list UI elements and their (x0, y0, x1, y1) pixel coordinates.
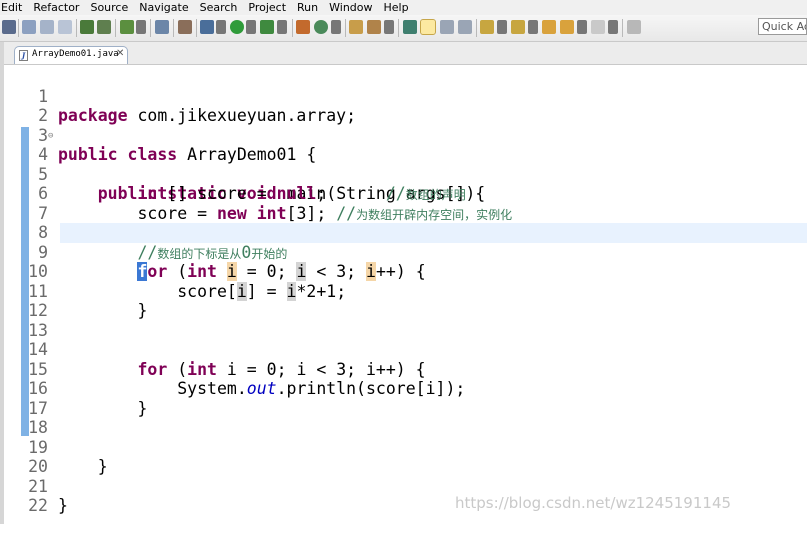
toolbar-separator (345, 19, 346, 37)
pin-icon[interactable] (627, 20, 641, 34)
code-line: 5 int[] score = null; //数组的声明 (4, 145, 807, 204)
prev-annotation-icon[interactable] (511, 20, 525, 34)
save-icon[interactable] (22, 20, 36, 34)
menu-project[interactable]: Project (242, 0, 291, 15)
toolbar-separator (476, 19, 477, 37)
watermark: https://blog.csdn.net/wz1245191145 (455, 494, 732, 512)
back-arrow-icon[interactable] (560, 20, 574, 34)
code-line: 4 ⊖ public static void main(String args[… (4, 126, 807, 204)
code-line: 21 } (4, 457, 807, 516)
run-icon[interactable] (230, 20, 244, 34)
download-icon[interactable] (80, 20, 94, 34)
last-edit-icon[interactable] (542, 20, 556, 34)
save-all-icon[interactable] (40, 20, 54, 34)
tool-icon[interactable] (178, 20, 192, 34)
toolbar-separator (196, 19, 197, 37)
chevron-down-icon[interactable] (528, 20, 538, 34)
code-line: 3 public class ArrayDemo01 { (4, 106, 807, 165)
menu-bar: Edit Refactor Source Navigate Search Pro… (0, 0, 807, 15)
code-line: 11 } (4, 262, 807, 321)
chevron-down-icon[interactable] (277, 20, 287, 34)
chevron-down-icon[interactable] (608, 20, 618, 34)
code-line: 19 } (4, 418, 807, 477)
menu-navigate[interactable]: Navigate (133, 0, 193, 15)
coverage-icon[interactable] (260, 20, 274, 34)
code-line: 9 for (int i = 0; i < 3; i++) { (4, 223, 807, 281)
print-icon[interactable] (58, 20, 72, 34)
code-line: 7 (4, 184, 807, 223)
code-line: 16 } (4, 360, 807, 418)
new-class-icon[interactable] (314, 20, 328, 34)
code-line: 8 //数组的下标是从0开始的 (4, 204, 807, 262)
java-file-icon: J (19, 50, 28, 61)
code-line: 13 (4, 301, 807, 340)
menu-help[interactable]: Help (378, 0, 414, 15)
highlight-occurrences-icon[interactable] (420, 19, 436, 35)
tab-label: ArrayDemo01.java (32, 49, 119, 59)
chevron-down-icon[interactable] (577, 20, 587, 34)
toolbar-separator (398, 19, 399, 37)
code-line: 14 for (int i = 0; i < 3; i++) { (4, 321, 807, 379)
code-line: 6 score = new int[3]; //为数组开辟内存空间，实例化 (4, 165, 807, 223)
toolbar-separator (173, 19, 174, 37)
chevron-down-icon[interactable] (384, 20, 394, 34)
menu-edit[interactable]: Edit (0, 0, 27, 15)
show-whitespace-icon[interactable] (458, 20, 472, 34)
code-line: 1 package com.jikexueyuan.array; (4, 67, 807, 126)
toolbar-separator (76, 19, 77, 37)
code-line: 2 (4, 87, 807, 125)
tab-arraydemo01[interactable]: J ArrayDemo01.java ✕ (14, 46, 128, 64)
chevron-down-icon[interactable] (331, 20, 341, 34)
chevron-down-icon[interactable] (216, 20, 226, 34)
chevron-down-icon[interactable] (246, 20, 256, 34)
code-line: 15 System.out.println(score[i]); (4, 340, 807, 399)
toolbar-separator (18, 19, 19, 37)
toolbar-separator (150, 19, 151, 37)
toolbar-separator (292, 19, 293, 37)
terminal-icon[interactable] (97, 20, 111, 34)
annotation-icon[interactable] (403, 20, 417, 34)
code-line: 10 score[i] = i*2+1; (4, 243, 807, 301)
checkbox-icon[interactable] (120, 20, 134, 34)
new-icon[interactable] (2, 20, 16, 34)
close-icon[interactable]: ✕ (116, 48, 124, 59)
code-line: 17 (4, 379, 807, 418)
menu-search[interactable]: Search (194, 0, 243, 15)
menu-refactor[interactable]: Refactor (27, 0, 84, 15)
code-line: 18 (4, 399, 807, 437)
chevron-down-icon[interactable] (497, 20, 507, 34)
next-annotation-icon[interactable] (480, 20, 494, 34)
menu-run[interactable]: Run (291, 0, 323, 15)
chevron-down-icon[interactable] (136, 20, 146, 34)
code-line: 20 (4, 438, 807, 476)
toolbar: Quick Acc (0, 15, 807, 42)
toolbar-separator (115, 19, 116, 37)
editor-tab-strip: J ArrayDemo01.java ✕ (0, 42, 807, 64)
mobile-icon[interactable] (155, 20, 169, 34)
fold-icon[interactable]: ⊖ (48, 127, 53, 147)
code-editor[interactable]: 1 package com.jikexueyuan.array; 2 3 pub… (4, 64, 807, 525)
forward-arrow-icon[interactable] (591, 20, 605, 34)
toolbar-separator (622, 19, 623, 37)
code-line: 12 (4, 282, 807, 320)
open-folder-icon[interactable] (349, 20, 363, 34)
pen-icon[interactable] (367, 20, 381, 34)
quick-access-input[interactable]: Quick Acc (758, 18, 807, 35)
line-number: 22 (28, 496, 48, 515)
code-text: } (58, 496, 68, 515)
debug-icon[interactable] (200, 20, 214, 34)
menu-window[interactable]: Window (323, 0, 377, 15)
block-select-icon[interactable] (440, 20, 454, 34)
new-package-icon[interactable] (296, 20, 310, 34)
menu-source[interactable]: Source (84, 0, 133, 15)
